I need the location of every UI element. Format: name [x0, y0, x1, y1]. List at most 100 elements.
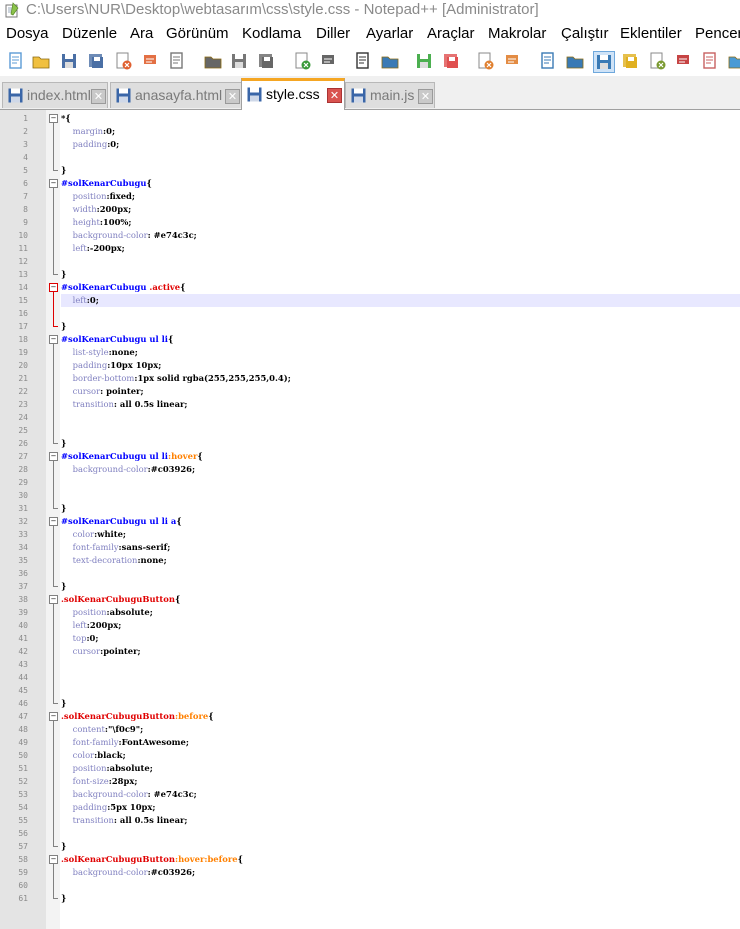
code-line[interactable]: 23 transition: all 0.5s linear; [0, 398, 740, 411]
code-line[interactable]: 49 font-family:FontAwesome; [0, 736, 740, 749]
code-line[interactable]: 41 top:0; [0, 632, 740, 645]
menu-item-4[interactable]: Görünüm [166, 25, 229, 42]
save-all-icon[interactable] [86, 51, 106, 71]
code-line[interactable]: 31} [0, 502, 740, 515]
fold-toggle-icon[interactable]: − [49, 855, 58, 864]
close-icon[interactable] [113, 51, 133, 71]
fold-toggle-icon[interactable]: − [49, 283, 58, 292]
replace-icon[interactable] [380, 51, 400, 71]
redo-icon[interactable] [318, 51, 338, 71]
code-line[interactable]: 13} [0, 268, 740, 281]
code-line[interactable]: 19 list-style:none; [0, 346, 740, 359]
cut-icon[interactable] [203, 51, 223, 71]
doc-map-icon[interactable] [647, 51, 667, 71]
code-line[interactable]: 37} [0, 580, 740, 593]
new-file-icon[interactable] [6, 51, 26, 71]
fold-toggle-icon[interactable]: − [49, 114, 58, 123]
code-line[interactable]: 11 left:-200px; [0, 242, 740, 255]
menu-item-6[interactable]: Diller [316, 25, 350, 42]
code-line[interactable]: 2 margin:0; [0, 125, 740, 138]
code-line[interactable]: 18 #solKenarCubugu ul li{ [0, 333, 740, 346]
code-line[interactable]: 45 [0, 684, 740, 697]
close-all-icon[interactable] [140, 51, 160, 71]
code-line[interactable]: 57} [0, 840, 740, 853]
code-line[interactable]: 3 padding:0; [0, 138, 740, 151]
code-line[interactable]: 47 .solKenarCubuguButton:before{ [0, 710, 740, 723]
menu-item-3[interactable]: Ara [130, 25, 153, 42]
monitor-icon[interactable] [727, 51, 740, 71]
code-line[interactable]: 9 height:100%; [0, 216, 740, 229]
folder-workspace-icon[interactable] [700, 51, 720, 71]
fold-toggle-icon[interactable]: − [49, 595, 58, 604]
code-line[interactable]: 27 #solKenarCubugu ul li:hover{ [0, 450, 740, 463]
function-list-icon[interactable] [673, 51, 693, 71]
code-line[interactable]: 50 color:black; [0, 749, 740, 762]
sync-h-icon[interactable] [502, 51, 522, 71]
tab-close-icon[interactable]: ✕ [327, 88, 342, 103]
code-line[interactable]: 30 [0, 489, 740, 502]
menu-item-9[interactable]: Makrolar [488, 25, 546, 42]
code-line[interactable]: 20 padding:10px 10px; [0, 359, 740, 372]
paste-icon[interactable] [256, 51, 276, 71]
code-line[interactable]: 38 .solKenarCubuguButton{ [0, 593, 740, 606]
fold-toggle-icon[interactable]: − [49, 179, 58, 188]
zoom-in-icon[interactable] [414, 51, 434, 71]
tab-main-js[interactable]: main.js ✕ [345, 82, 435, 108]
undo-icon[interactable] [292, 51, 312, 71]
menu-item-12[interactable]: Pencere [695, 25, 740, 42]
user-lang-icon[interactable] [620, 51, 640, 71]
code-line[interactable]: 28 background-color:#c03926; [0, 463, 740, 476]
show-all-chars-icon[interactable] [565, 51, 585, 71]
code-line[interactable]: 16 [0, 307, 740, 320]
tab-close-icon[interactable]: ✕ [225, 89, 240, 104]
fold-toggle-icon[interactable]: − [49, 517, 58, 526]
code-line[interactable]: 26} [0, 437, 740, 450]
code-line[interactable]: 36 [0, 567, 740, 580]
menu-item-10[interactable]: Çalıştır [561, 25, 609, 42]
menu-item-2[interactable]: Düzenle [62, 25, 117, 42]
menu-item-7[interactable]: Ayarlar [366, 25, 413, 42]
code-line[interactable]: 39 position:absolute; [0, 606, 740, 619]
menu-item-5[interactable]: Kodlama [242, 25, 301, 42]
find-icon[interactable] [353, 51, 373, 71]
code-line[interactable]: 58 .solKenarCubuguButton:hover:before{ [0, 853, 740, 866]
open-file-icon[interactable] [31, 51, 51, 71]
code-line[interactable]: 15 left:0; [0, 294, 740, 307]
code-line[interactable]: 33 color:white; [0, 528, 740, 541]
fold-toggle-icon[interactable]: − [49, 452, 58, 461]
menu-item-8[interactable]: Araçlar [427, 25, 475, 42]
code-line[interactable]: 32 #solKenarCubugu ul li a{ [0, 515, 740, 528]
code-line[interactable]: 4 [0, 151, 740, 164]
indent-guide-icon[interactable] [593, 51, 615, 73]
save-icon[interactable] [59, 51, 79, 71]
code-line[interactable]: 22 cursor: pointer; [0, 385, 740, 398]
tab-close-icon[interactable]: ✕ [418, 89, 433, 104]
code-line[interactable]: 25 [0, 424, 740, 437]
copy-icon[interactable] [229, 51, 249, 71]
word-wrap-icon[interactable] [538, 51, 558, 71]
menu-item-1[interactable]: Dosya [6, 25, 49, 42]
print-icon[interactable] [167, 51, 187, 71]
code-line[interactable]: 44 [0, 671, 740, 684]
code-line[interactable]: 10 background-color: #e74c3c; [0, 229, 740, 242]
code-line[interactable]: 55 transition: all 0.5s linear; [0, 814, 740, 827]
code-line[interactable]: 21 border-bottom:1px solid rgba(255,255,… [0, 372, 740, 385]
code-line[interactable]: 24 [0, 411, 740, 424]
code-line[interactable]: 42 cursor:pointer; [0, 645, 740, 658]
code-line[interactable]: 6 #solKenarCubugu{ [0, 177, 740, 190]
code-line[interactable]: 35 text-decoration:none; [0, 554, 740, 567]
code-line[interactable]: 1 *{ [0, 112, 740, 125]
code-line[interactable]: 53 background-color: #e74c3c; [0, 788, 740, 801]
code-line[interactable]: 12 [0, 255, 740, 268]
code-line[interactable]: 61} [0, 892, 740, 905]
code-line[interactable]: 43 [0, 658, 740, 671]
tab-close-icon[interactable]: ✕ [91, 89, 106, 104]
code-line[interactable]: 51 position:absolute; [0, 762, 740, 775]
editor[interactable]: 1 *{2 margin:0; 3 padding:0; 4 5} 6 #solKenarC… [0, 110, 740, 929]
code-line[interactable]: 17} [0, 320, 740, 333]
code-line[interactable]: 46} [0, 697, 740, 710]
code-line[interactable]: 60 [0, 879, 740, 892]
code-line[interactable]: 34 font-family:sans-serif; [0, 541, 740, 554]
zoom-out-icon[interactable] [441, 51, 461, 71]
tab-anasayfa-html[interactable]: anasayfa.html ✕ [110, 82, 242, 108]
